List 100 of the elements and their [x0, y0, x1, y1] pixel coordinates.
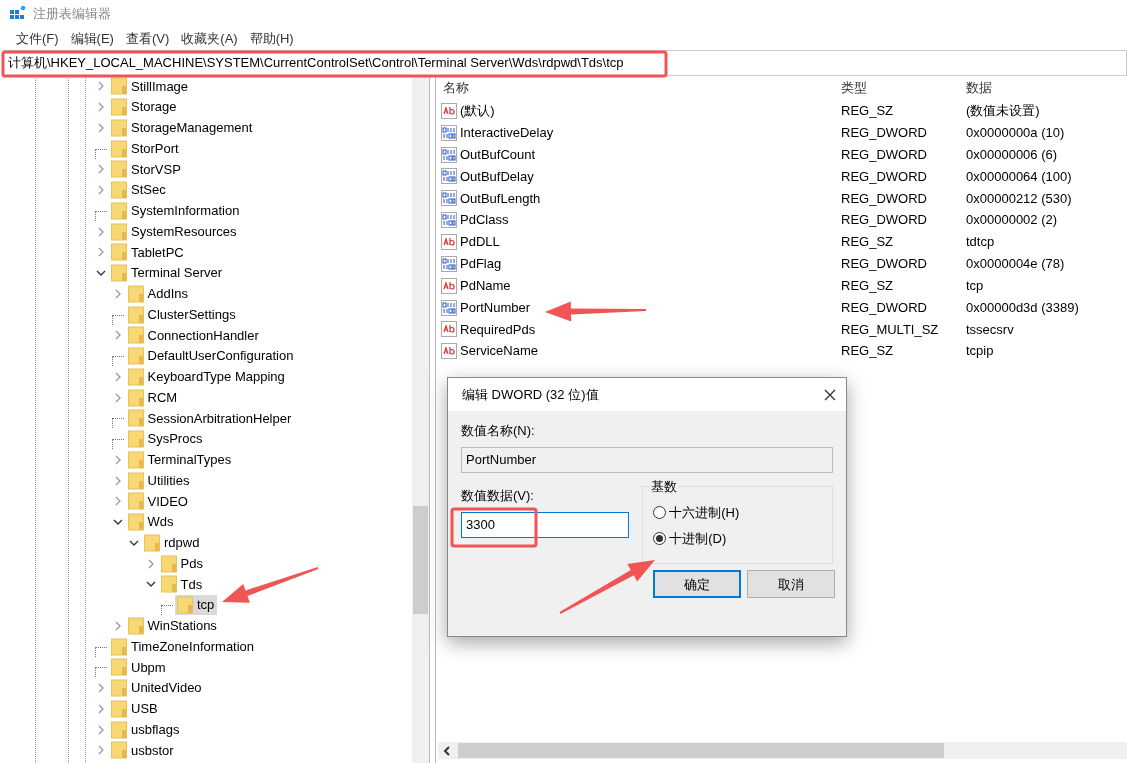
tree-item[interactable]: Utilities	[125, 470, 193, 491]
radio-label[interactable]: 十进制(D)	[669, 528, 727, 549]
tree-item[interactable]: UnitedVideo	[109, 678, 205, 699]
folder-icon	[160, 575, 177, 594]
tree-item[interactable]: Ubpm	[109, 657, 169, 678]
value-type: REG_DWORD	[841, 298, 928, 317]
close-icon[interactable]	[824, 388, 836, 401]
folder-icon	[127, 284, 144, 303]
folder-icon	[160, 554, 177, 573]
window-title: 注册表编辑器	[32, 5, 111, 24]
tree-item[interactable]: RCM	[125, 387, 181, 408]
value-name[interactable]: RequiredPds	[460, 319, 536, 340]
string-value-icon	[441, 234, 457, 250]
scroll-thumb[interactable]	[458, 743, 944, 758]
value-name[interactable]: InteractiveDelay	[460, 123, 554, 143]
field-label: 数值数据(V):	[461, 486, 535, 505]
scroll-left-icon[interactable]	[442, 745, 452, 756]
value-data: 0x00000212 (530)	[966, 189, 1072, 208]
tree-item[interactable]: SessionArbitrationHelper	[125, 408, 295, 429]
tree-item[interactable]: StorageManagement	[109, 117, 256, 138]
tree-item[interactable]: Tds	[158, 574, 206, 595]
tree-item[interactable]: StorVSP	[109, 159, 184, 180]
tree-item[interactable]: usbstor	[109, 740, 177, 761]
menu-item[interactable]: 帮助(H)	[243, 29, 300, 49]
tree-item[interactable]: ConnectionHandler	[125, 325, 262, 346]
value-name[interactable]: OutBufLength	[460, 188, 541, 209]
tree-item[interactable]: AddIns	[125, 283, 191, 304]
tree-item[interactable]: KeyboardType Mapping	[125, 366, 288, 387]
folder-icon	[127, 471, 144, 490]
tree-item[interactable]: Storage	[109, 97, 180, 118]
folder-icon	[111, 243, 127, 262]
tree-item[interactable]: DefaultUserConfiguration	[125, 346, 297, 367]
menu-item[interactable]: 编辑(E)	[64, 29, 120, 49]
tree-item[interactable]: Wds	[125, 512, 177, 533]
value-name[interactable]: PortNumber	[460, 297, 531, 318]
binary-value-icon	[441, 190, 457, 207]
value-name[interactable]: PdFlag	[460, 254, 502, 274]
tree-item[interactable]: SystemInformation	[109, 200, 243, 221]
binary-value-icon	[441, 299, 457, 316]
tree-item[interactable]: Terminal Server	[109, 263, 226, 284]
value-data-field[interactable]: 3300	[461, 511, 629, 538]
value-type: REG_SZ	[841, 233, 894, 252]
tree-item[interactable]: TimeZoneInformation	[109, 636, 258, 657]
value-type: REG_DWORD	[841, 167, 928, 186]
scroll-thumb[interactable]	[413, 506, 428, 614]
value-name[interactable]: ServiceName	[460, 341, 539, 361]
tree-item[interactable]: usbflags	[109, 719, 183, 740]
column-header[interactable]: 类型	[841, 78, 966, 98]
menu-item[interactable]: 查看(V)	[119, 29, 176, 49]
folder-icon	[111, 77, 127, 96]
folder-icon	[111, 264, 127, 283]
value-data: tcpip	[966, 342, 994, 361]
value-data: tcp	[966, 276, 984, 295]
value-type: REG_DWORD	[841, 124, 928, 142]
tree-item[interactable]: TerminalTypes	[125, 449, 235, 470]
value-name-field[interactable]: PortNumber	[461, 446, 833, 473]
tree-item[interactable]: StSec	[109, 180, 169, 201]
value-name[interactable]: PdClass	[460, 210, 509, 230]
folder-icon	[111, 720, 127, 739]
column-header[interactable]: 数据	[966, 78, 992, 98]
tree-item[interactable]: rdpwd	[142, 532, 203, 553]
value-data: 0x00000006 (6)	[966, 145, 1058, 164]
address-bar[interactable]: 计算机\HKEY_LOCAL_MACHINE\SYSTEM\CurrentControlSet\Control\Terminal Server\Wds\rdpwd\Tds\tcp	[3, 50, 1127, 76]
value-name[interactable]: PdName	[460, 275, 511, 296]
value-name[interactable]: OutBufCount	[460, 144, 536, 165]
value-data: tssecsrv	[966, 320, 1014, 339]
horizontal-scrollbar[interactable]	[438, 742, 1127, 759]
radio-button[interactable]	[653, 532, 666, 545]
tree-item[interactable]: tcp	[175, 595, 218, 616]
value-data: 0x00000064 (100)	[966, 167, 1072, 186]
tree-item[interactable]: StorPort	[109, 138, 182, 159]
value-name[interactable]: (默认)	[460, 101, 495, 121]
tree-item[interactable]: SysProcs	[125, 429, 206, 450]
tree-item[interactable]: WinStations	[125, 615, 220, 636]
tree-item[interactable]: ClusterSettings	[125, 304, 239, 325]
value-name[interactable]: OutBufDelay	[460, 166, 534, 187]
menu-item[interactable]: 收藏夹(A)	[175, 29, 244, 49]
string-value-icon	[441, 277, 457, 294]
tree-item[interactable]: SystemResources	[109, 221, 240, 242]
tree-item[interactable]: TabletPC	[109, 242, 187, 263]
folder-icon	[111, 118, 127, 137]
tree-item[interactable]: StillImage	[109, 76, 192, 97]
column-header[interactable]: 名称	[436, 78, 841, 98]
folder-icon	[127, 367, 144, 386]
menu-item[interactable]: 文件(F)	[10, 29, 65, 49]
vertical-scrollbar[interactable]	[412, 76, 429, 763]
registry-icon	[10, 6, 26, 22]
folder-icon	[127, 388, 144, 407]
value-name[interactable]: PdDLL	[460, 232, 500, 252]
folder-icon	[127, 450, 144, 469]
tree-item[interactable]: VIDEO	[125, 491, 191, 512]
radio-label[interactable]: 十六进制(H)	[669, 502, 740, 523]
tree-item[interactable]: Pds	[158, 553, 206, 574]
ok-button[interactable]: 确定	[652, 570, 741, 599]
value-data: 0x0000000a (10)	[966, 124, 1065, 142]
folder-icon	[111, 139, 127, 158]
cancel-button[interactable]: 取消	[747, 570, 835, 599]
dialog-title: 编辑 DWORD (32 位)值	[462, 385, 599, 404]
tree-item[interactable]: USB	[109, 698, 161, 719]
radio-button[interactable]	[653, 506, 666, 519]
